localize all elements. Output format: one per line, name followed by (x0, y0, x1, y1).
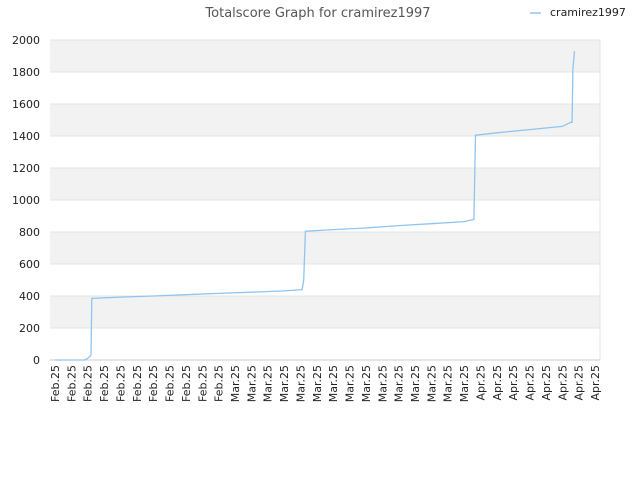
x-tick-label: Apr.25 (540, 365, 553, 401)
y-tick-label: 0 (33, 354, 40, 367)
grid-band (50, 232, 600, 264)
grid-band (50, 296, 600, 328)
x-tick-label: Feb.25 (65, 365, 78, 402)
grid-band (50, 168, 600, 200)
y-tick-label: 1400 (12, 130, 40, 143)
x-tick-label: Feb.25 (114, 365, 127, 402)
y-tick-label: 400 (19, 290, 40, 303)
x-tick-label: Feb.25 (131, 365, 144, 402)
x-tick-label: Mar.25 (245, 365, 258, 402)
x-tick-label: Mar.25 (278, 365, 291, 402)
x-tick-label: Apr.25 (556, 365, 569, 401)
x-tick-label: Feb.25 (213, 365, 226, 402)
x-tick-label: Apr.25 (589, 365, 602, 401)
y-tick-label: 1800 (12, 66, 40, 79)
x-tick-label: Feb.25 (147, 365, 160, 402)
y-tick-label: 600 (19, 258, 40, 271)
plot-bands (50, 40, 600, 328)
x-tick-label: Mar.25 (360, 365, 373, 402)
y-tick-label: 1600 (12, 98, 40, 111)
x-tick-label: Mar.25 (409, 365, 422, 402)
chart: Totalscore Graph for cramirez1997 cramir… (12, 6, 626, 402)
y-tick-label: 800 (19, 226, 40, 239)
legend-label: cramirez1997 (550, 6, 626, 19)
x-tick-label: Mar.25 (442, 365, 455, 402)
x-tick-label: Mar.25 (376, 365, 389, 402)
legend: cramirez1997 (530, 6, 626, 19)
x-tick-label: Mar.25 (344, 365, 357, 402)
grid-band (50, 40, 600, 72)
x-tick-label: Mar.25 (262, 365, 275, 402)
x-tick-label: Feb.25 (49, 365, 62, 402)
x-tick-label: Apr.25 (474, 365, 487, 401)
x-tick-label: Feb.25 (82, 365, 95, 402)
y-tick-label: 1200 (12, 162, 40, 175)
x-tick-label: Mar.25 (425, 365, 438, 402)
x-tick-label: Feb.25 (164, 365, 177, 402)
x-tick-label: Mar.25 (311, 365, 324, 402)
y-tick-label: 200 (19, 322, 40, 335)
x-tick-label: Apr.25 (507, 365, 520, 401)
x-tick-label: Feb.25 (196, 365, 209, 402)
y-axis-ticks: 0 200 400 600 800 1000 1200 1400 1600 1800 2000 (12, 34, 40, 367)
x-axis-ticks: Feb.25 Feb.25 Feb.25 Feb.25 Feb.25 Feb.25 Feb.… (49, 365, 602, 402)
x-tick-label: Mar.25 (294, 365, 307, 402)
y-tick-label: 2000 (12, 34, 40, 47)
x-tick-label: Mar.25 (229, 365, 242, 402)
y-tick-label: 1000 (12, 194, 40, 207)
x-tick-label: Mar.25 (393, 365, 406, 402)
x-tick-label: Apr.25 (524, 365, 537, 401)
x-tick-label: Mar.25 (458, 365, 471, 402)
x-tick-label: Apr.25 (573, 365, 586, 401)
chart-title: Totalscore Graph for cramirez1997 (204, 6, 430, 21)
x-tick-label: Apr.25 (491, 365, 504, 401)
x-tick-label: Feb.25 (98, 365, 111, 402)
x-tick-label: Mar.25 (327, 365, 340, 402)
x-tick-label: Feb.25 (180, 365, 193, 402)
